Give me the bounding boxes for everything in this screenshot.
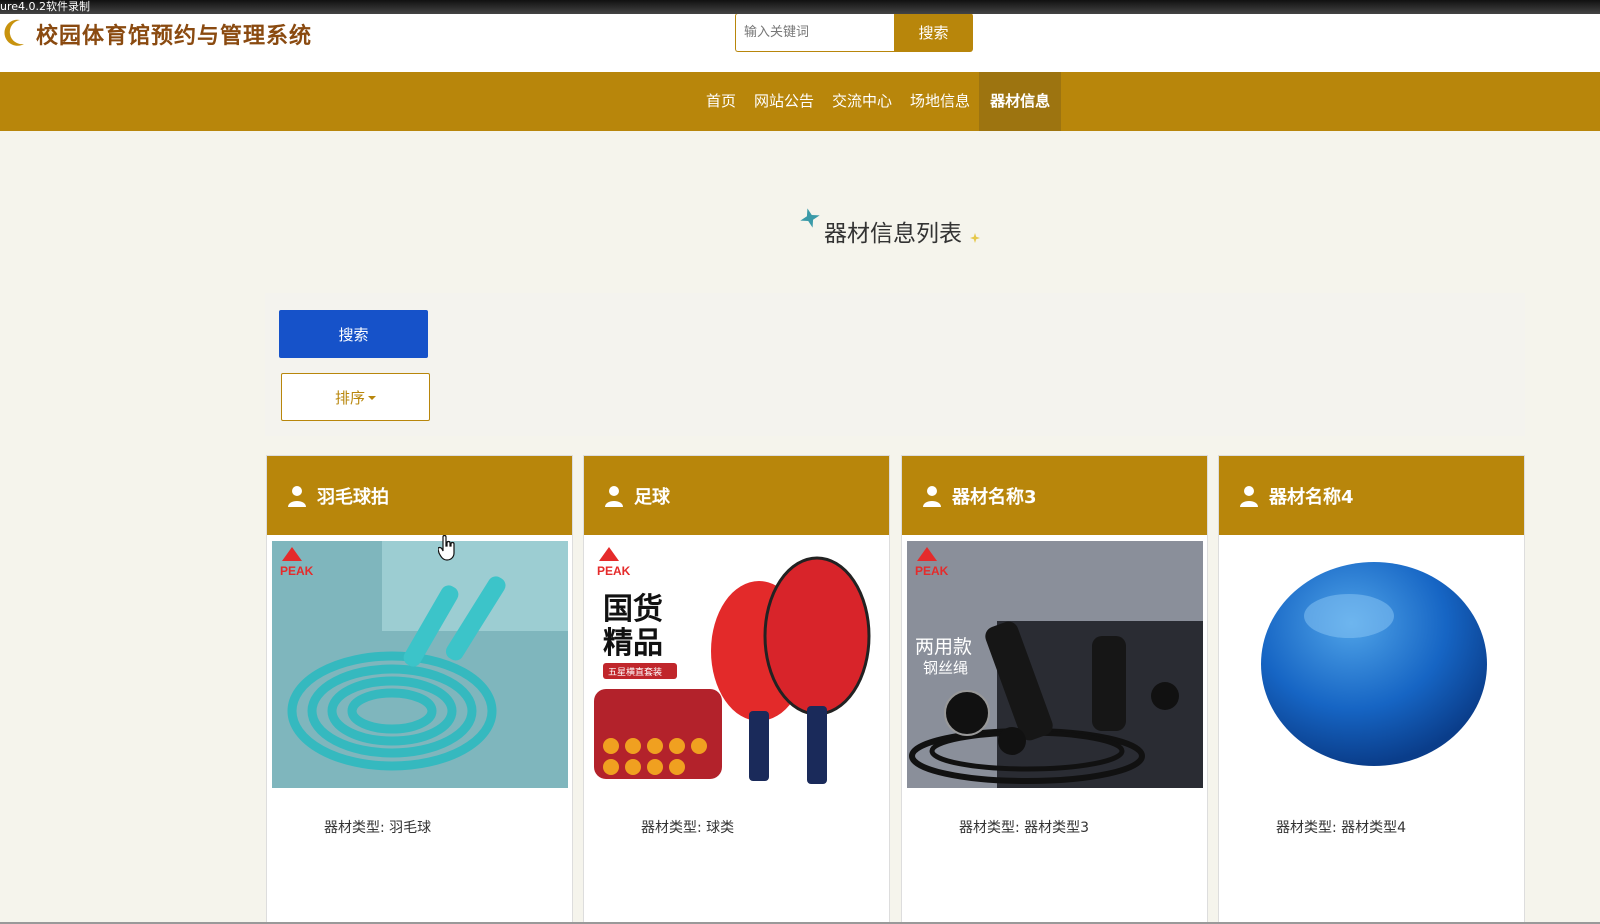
site-title: 校园体育馆预约与管理系统 (36, 24, 313, 49)
hand-cursor-icon (438, 535, 455, 561)
card-type-label: 器材类型: (324, 820, 385, 836)
card-image-jump-rope[interactable]: PEAK (272, 541, 568, 788)
brand-logo-text: PEAK (915, 564, 949, 578)
header-search-button[interactable]: 搜索 (894, 13, 973, 52)
card-type-label: 器材类型: (1276, 820, 1337, 836)
section-title: 器材信息列表 (824, 221, 962, 247)
card-header: 羽毛球拍 (267, 456, 572, 535)
card-title: 器材名称4 (1269, 486, 1354, 508)
promo-line-1: 两用款 (915, 636, 972, 658)
card-image-yoga-ball[interactable] (1224, 541, 1520, 788)
moon-logo-icon (4, 19, 24, 46)
sparkle-small-icon (970, 233, 980, 243)
sort-label: 排序 (334, 388, 365, 407)
card-type-label: 器材类型: (641, 820, 702, 836)
card-type: 器材类型: 羽毛球 (324, 817, 431, 837)
nav-items: 首页 网站公告 交流中心 场地信息 器材信息 (697, 72, 1062, 131)
card-type: 器材类型: 球类 (641, 817, 734, 837)
card-title: 足球 (634, 486, 670, 508)
card-type-value: 球类 (706, 820, 735, 836)
card-header: 足球 (584, 456, 889, 535)
card-header: 器材名称4 (1219, 456, 1524, 535)
user-icon (288, 485, 306, 507)
card-type: 器材类型: 器材类型4 (1276, 817, 1406, 837)
recorder-watermark: ure4.0.2软件录制 (0, 0, 1600, 14)
main-nav: 首页 网站公告 交流中心 场地信息 器材信息 (0, 72, 1600, 131)
caret-down-icon (368, 396, 376, 400)
card-image-ping-pong-set[interactable]: PEAK 国货 精品 五星横直套装 (589, 541, 885, 788)
equipment-card-list: 羽毛球拍 PEAK 器材类型: 羽毛球 足球 PEAK 国货 精品 五星横直套装… (266, 455, 1526, 924)
user-icon (1240, 485, 1258, 507)
jump-rope-image: PEAK (272, 541, 568, 788)
card-type: 器材类型: 器材类型3 (959, 817, 1089, 837)
promo-line-2: 精品 (603, 626, 663, 661)
steel-rope-image: PEAK 两用款 钢丝绳 (907, 541, 1203, 788)
nav-item-announcements[interactable]: 网站公告 (745, 72, 823, 131)
promo-line-2: 钢丝绳 (923, 659, 968, 677)
promo-line-1: 国货 (603, 592, 663, 627)
sparkle-icon (800, 208, 820, 228)
filter-panel: 搜索 排序 (265, 293, 1525, 436)
user-icon (923, 485, 941, 507)
nav-item-equipment[interactable]: 器材信息 (979, 72, 1062, 131)
card-type-value: 器材类型4 (1341, 820, 1407, 836)
equipment-card[interactable]: 器材名称3 PEAK 两用款 钢丝绳 器材类型: 器材类型3 (901, 455, 1208, 924)
card-title: 羽毛球拍 (317, 486, 389, 508)
sort-dropdown-button[interactable]: 排序 (281, 373, 430, 421)
card-title: 器材名称3 (952, 486, 1037, 508)
filter-search-button[interactable]: 搜索 (279, 310, 428, 358)
yoga-ball-image (1224, 541, 1520, 788)
nav-item-venues[interactable]: 场地信息 (901, 72, 979, 131)
equipment-card[interactable]: 羽毛球拍 PEAK 器材类型: 羽毛球 (266, 455, 573, 924)
nav-item-forum[interactable]: 交流中心 (823, 72, 901, 131)
user-icon (605, 485, 623, 507)
promo-tag: 五星横直套装 (608, 666, 662, 678)
header-search: 搜索 (735, 13, 973, 52)
card-image-steel-jump-rope[interactable]: PEAK 两用款 钢丝绳 (907, 541, 1203, 788)
card-type-value: 羽毛球 (389, 820, 432, 836)
ping-pong-image: PEAK 国货 精品 五星横直套装 (589, 541, 885, 788)
equipment-card[interactable]: 足球 PEAK 国货 精品 五星横直套装 器材类型: 球类 (583, 455, 890, 924)
card-header: 器材名称3 (902, 456, 1207, 535)
card-type-value: 器材类型3 (1024, 820, 1090, 836)
header-search-input[interactable] (735, 13, 894, 52)
nav-item-home[interactable]: 首页 (697, 72, 745, 131)
card-type-label: 器材类型: (959, 820, 1020, 836)
equipment-card[interactable]: 器材名称4 器材类型: 器材类型4 (1218, 455, 1525, 924)
brand-logo-text: PEAK (280, 564, 314, 578)
brand-logo-text: PEAK (597, 564, 631, 578)
